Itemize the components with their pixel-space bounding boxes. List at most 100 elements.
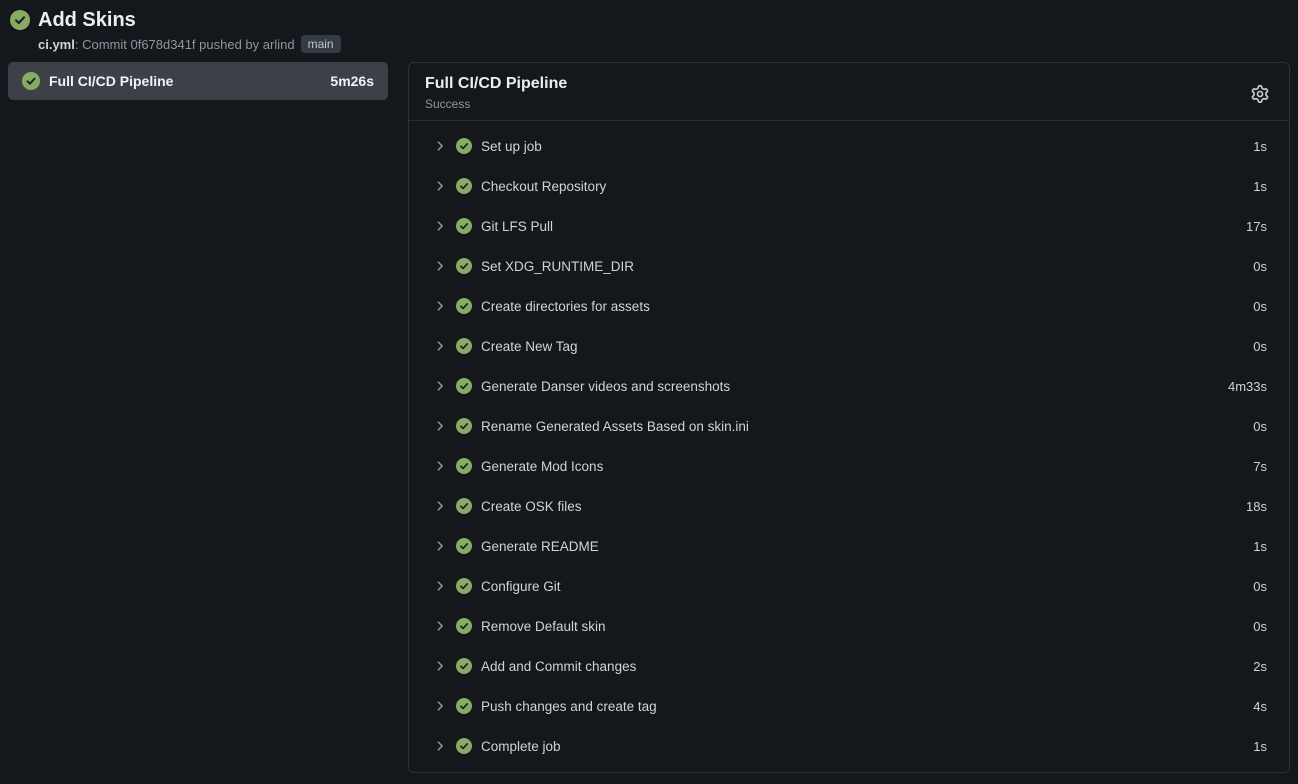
chevron-right-icon xyxy=(433,539,447,553)
step-row[interactable]: Git LFS Pull 17s xyxy=(409,206,1289,246)
job-card-duration: 5m26s xyxy=(330,73,374,89)
step-duration: 1s xyxy=(1253,539,1267,554)
step-success-check-circle-icon xyxy=(456,498,472,514)
step-name: Push changes and create tag xyxy=(481,699,1253,714)
chevron-right-icon xyxy=(433,259,447,273)
step-duration: 0s xyxy=(1253,619,1267,634)
run-content: Full CI/CD Pipeline 5m26s Full CI/CD Pip… xyxy=(0,53,1298,773)
step-duration: 2s xyxy=(1253,659,1267,674)
step-success-check-circle-icon xyxy=(456,378,472,394)
pushed-by-text: pushed by xyxy=(196,37,263,52)
step-name: Git LFS Pull xyxy=(481,219,1246,234)
step-success-check-circle-icon xyxy=(456,138,472,154)
step-row[interactable]: Generate Mod Icons 7s xyxy=(409,446,1289,486)
step-duration: 7s xyxy=(1253,459,1267,474)
step-success-check-circle-icon xyxy=(456,738,472,754)
steps-list: Set up job 1s Checkout Repository 1s Git… xyxy=(409,121,1289,771)
step-row[interactable]: Set XDG_RUNTIME_DIR 0s xyxy=(409,246,1289,286)
chevron-right-icon xyxy=(433,659,447,673)
step-success-check-circle-icon xyxy=(456,258,472,274)
step-row[interactable]: Checkout Repository 1s xyxy=(409,166,1289,206)
chevron-right-icon xyxy=(433,379,447,393)
step-duration: 4m33s xyxy=(1228,379,1267,394)
step-success-check-circle-icon xyxy=(456,418,472,434)
step-duration: 0s xyxy=(1253,419,1267,434)
step-duration: 1s xyxy=(1253,139,1267,154)
step-duration: 17s xyxy=(1246,219,1267,234)
step-duration: 0s xyxy=(1253,339,1267,354)
step-row[interactable]: Remove Default skin 0s xyxy=(409,606,1289,646)
step-name: Set up job xyxy=(481,139,1253,154)
chevron-right-icon xyxy=(433,139,447,153)
run-title: Add Skins xyxy=(38,7,341,33)
step-duration: 0s xyxy=(1253,579,1267,594)
step-row[interactable]: Create New Tag 0s xyxy=(409,326,1289,366)
run-success-check-circle-icon xyxy=(10,10,30,30)
jobs-sidebar: Full CI/CD Pipeline 5m26s xyxy=(8,62,388,100)
step-row[interactable]: Generate Danser videos and screenshots 4… xyxy=(409,366,1289,406)
chevron-right-icon xyxy=(433,739,447,753)
chevron-right-icon xyxy=(433,619,447,633)
step-row[interactable]: Rename Generated Assets Based on skin.in… xyxy=(409,406,1289,446)
step-row[interactable]: Configure Git 0s xyxy=(409,566,1289,606)
step-name: Create directories for assets xyxy=(481,299,1253,314)
step-success-check-circle-icon xyxy=(456,458,472,474)
step-success-check-circle-icon xyxy=(456,578,472,594)
step-row[interactable]: Generate README 1s xyxy=(409,526,1289,566)
chevron-right-icon xyxy=(433,499,447,513)
gear-icon xyxy=(1251,85,1269,103)
chevron-right-icon xyxy=(433,339,447,353)
run-header-text: Add Skins ci.yml: Commit 0f678d341f push… xyxy=(38,7,341,53)
chevron-right-icon xyxy=(433,179,447,193)
step-success-check-circle-icon xyxy=(456,538,472,554)
step-row[interactable]: Complete job 1s xyxy=(409,726,1289,766)
step-success-check-circle-icon xyxy=(456,618,472,634)
sidebar-job-full-ci-cd-pipeline[interactable]: Full CI/CD Pipeline 5m26s xyxy=(8,62,388,100)
step-success-check-circle-icon xyxy=(456,178,472,194)
chevron-right-icon xyxy=(433,579,447,593)
step-row[interactable]: Add and Commit changes 2s xyxy=(409,646,1289,686)
branch-badge[interactable]: main xyxy=(301,35,341,53)
run-subtitle: ci.yml: Commit 0f678d341f pushed by arli… xyxy=(38,35,341,53)
workflow-file-label: ci.yml xyxy=(38,37,75,52)
step-duration: 1s xyxy=(1253,739,1267,754)
step-name: Generate README xyxy=(481,539,1253,554)
step-name: Complete job xyxy=(481,739,1253,754)
step-duration: 1s xyxy=(1253,179,1267,194)
commit-sha-link[interactable]: 0f678d341f xyxy=(130,37,195,52)
chevron-right-icon xyxy=(433,699,447,713)
step-row[interactable]: Create OSK files 18s xyxy=(409,486,1289,526)
chevron-right-icon xyxy=(433,219,447,233)
step-success-check-circle-icon xyxy=(456,338,472,354)
step-success-check-circle-icon xyxy=(456,218,472,234)
job-settings-button[interactable] xyxy=(1247,81,1273,107)
step-success-check-circle-icon xyxy=(456,698,472,714)
step-row[interactable]: Create directories for assets 0s xyxy=(409,286,1289,326)
job-card-name: Full CI/CD Pipeline xyxy=(49,73,321,89)
step-duration: 0s xyxy=(1253,299,1267,314)
step-duration: 0s xyxy=(1253,259,1267,274)
subtitle-separator: : Commit xyxy=(75,37,131,52)
step-row[interactable]: Set up job 1s xyxy=(409,126,1289,166)
step-duration: 18s xyxy=(1246,499,1267,514)
run-header: Add Skins ci.yml: Commit 0f678d341f push… xyxy=(0,0,1298,53)
step-row[interactable]: Push changes and create tag 4s xyxy=(409,686,1289,726)
step-success-check-circle-icon xyxy=(456,658,472,674)
step-name: Add and Commit changes xyxy=(481,659,1253,674)
step-name: Set XDG_RUNTIME_DIR xyxy=(481,259,1253,274)
step-name: Rename Generated Assets Based on skin.in… xyxy=(481,419,1253,434)
step-name: Checkout Repository xyxy=(481,179,1253,194)
step-duration: 4s xyxy=(1253,699,1267,714)
step-name: Generate Mod Icons xyxy=(481,459,1253,474)
step-name: Configure Git xyxy=(481,579,1253,594)
job-panel-header: Full CI/CD Pipeline Success xyxy=(409,63,1289,121)
job-panel-title: Full CI/CD Pipeline xyxy=(425,74,1273,94)
job-success-check-circle-icon xyxy=(22,72,40,90)
step-name: Remove Default skin xyxy=(481,619,1253,634)
chevron-right-icon xyxy=(433,299,447,313)
step-name: Generate Danser videos and screenshots xyxy=(481,379,1228,394)
job-status-text: Success xyxy=(425,97,1273,111)
commit-author-link[interactable]: arlind xyxy=(263,37,295,52)
chevron-right-icon xyxy=(433,459,447,473)
step-name: Create OSK files xyxy=(481,499,1246,514)
